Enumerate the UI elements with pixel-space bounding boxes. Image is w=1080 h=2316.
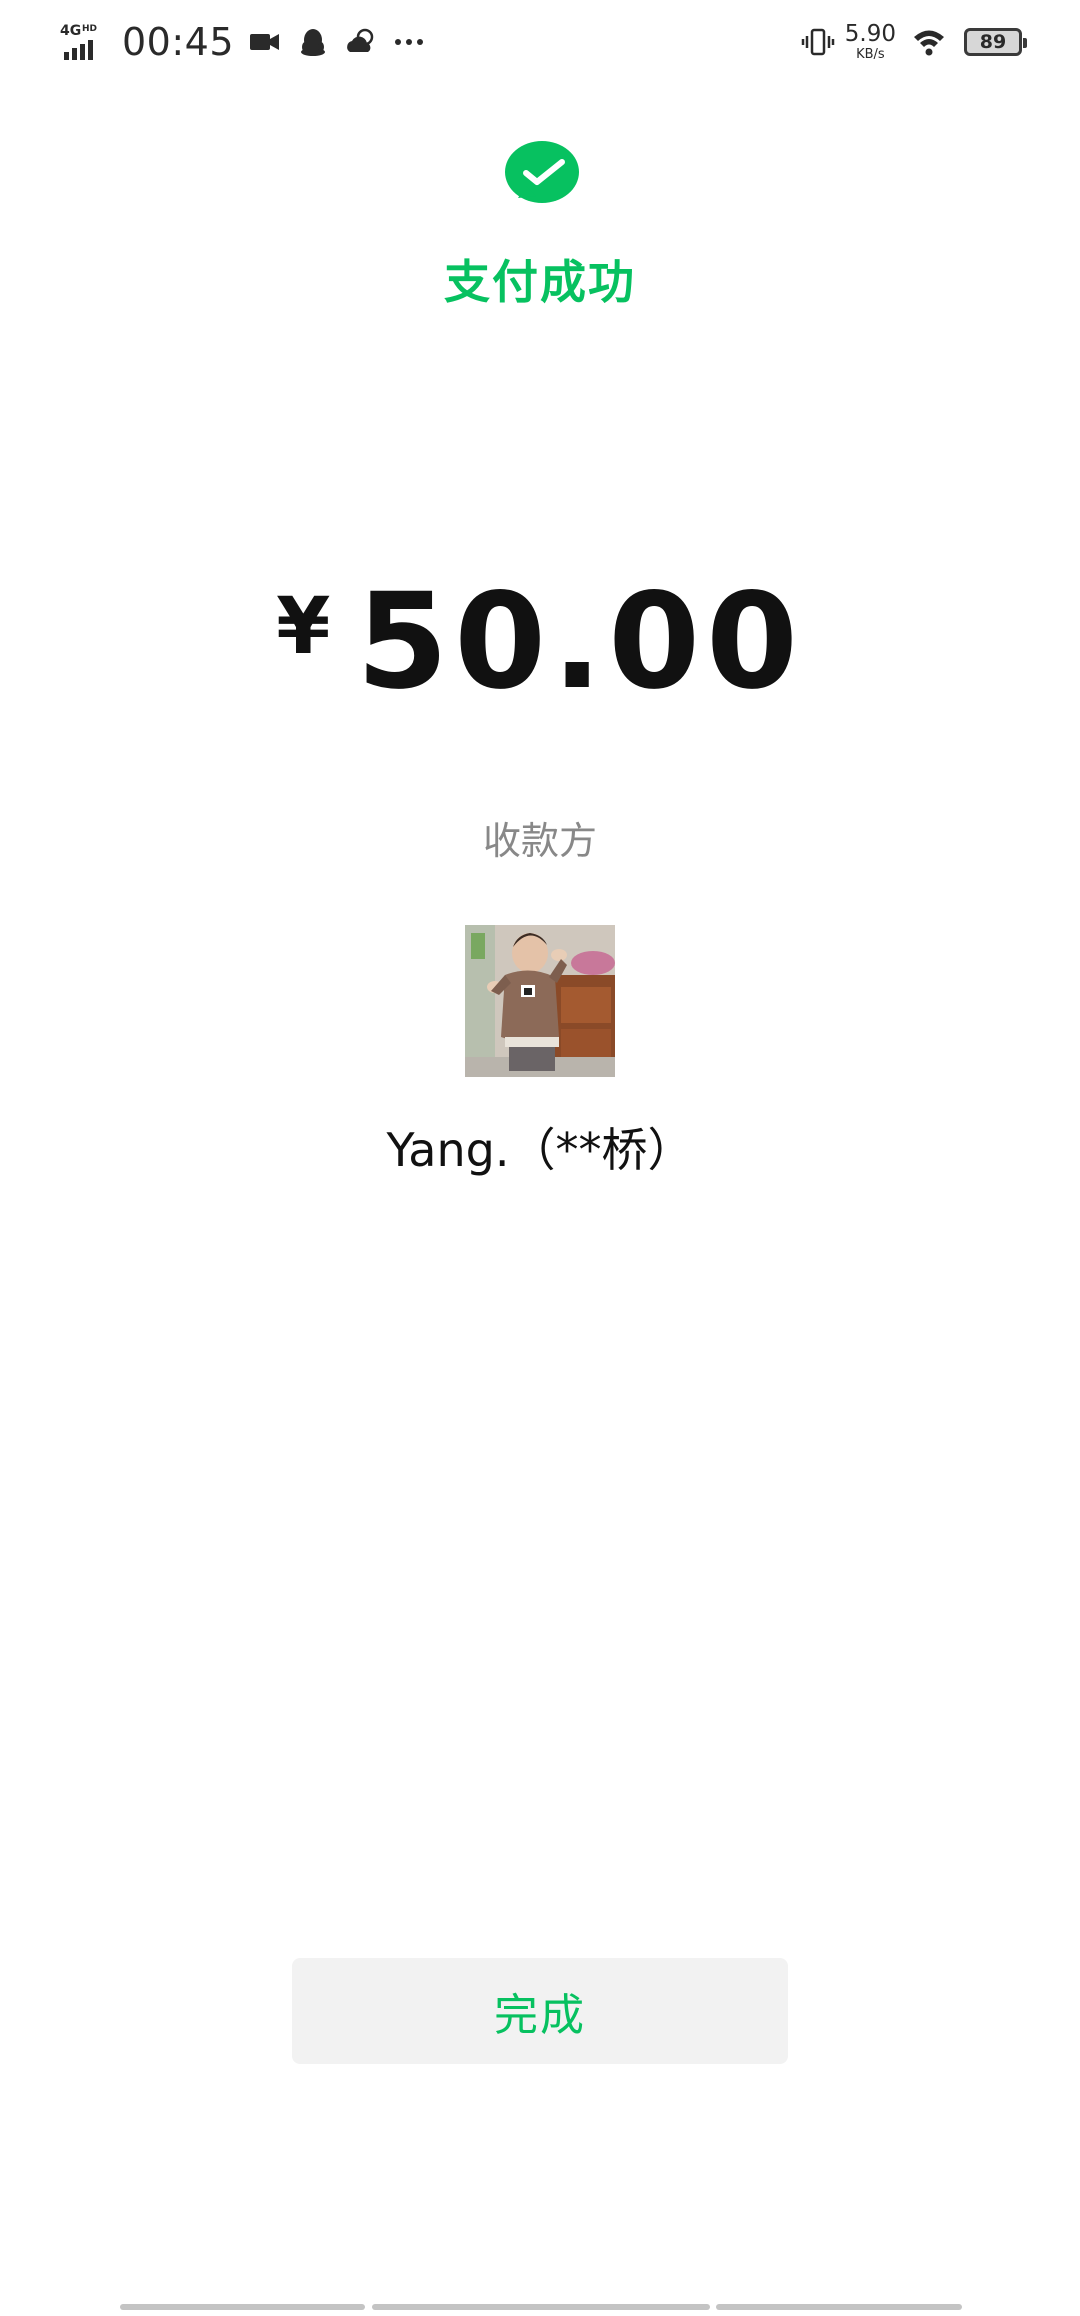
more-dots-icon bbox=[395, 39, 424, 45]
battery-icon: 89 bbox=[964, 28, 1027, 56]
video-icon bbox=[250, 34, 280, 50]
payee-avatar bbox=[465, 925, 615, 1077]
net-speed: 5.90 KB/s bbox=[844, 21, 896, 62]
status-bar: 4G HD 00:45 5.90 KB/s 89 bbox=[0, 0, 1080, 84]
payment-amount: ¥ 50.00 bbox=[0, 565, 1080, 719]
status-bar-right: 5.90 KB/s 89 bbox=[801, 18, 1027, 66]
net-speed-value: 5.90 bbox=[844, 21, 896, 47]
payee-name: Yang.（**桥） bbox=[386, 1123, 694, 1177]
wifi-icon bbox=[914, 30, 944, 56]
qq-penguin-icon bbox=[301, 29, 326, 56]
signal-4g-icon: 4G HD bbox=[60, 23, 97, 60]
gesture-bar-left[interactable] bbox=[120, 2304, 365, 2310]
weather-cloud-icon bbox=[347, 28, 374, 52]
status-bar-left: 4G HD 00:45 bbox=[60, 18, 440, 66]
done-button[interactable]: 完成 bbox=[292, 1958, 788, 2064]
gesture-bar-right[interactable] bbox=[716, 2304, 962, 2310]
child-photo-avatar bbox=[465, 925, 615, 1077]
gesture-bar-center[interactable] bbox=[372, 2304, 710, 2310]
payment-success-title: 支付成功 bbox=[444, 255, 636, 309]
payee-label: 收款方 bbox=[482, 819, 597, 863]
wechat-pay-success-icon bbox=[505, 141, 579, 203]
battery-level: 89 bbox=[979, 30, 1007, 53]
amount-value: 50.00 bbox=[356, 565, 804, 719]
net-speed-unit: KB/s bbox=[856, 47, 885, 62]
svg-text:4G: 4G bbox=[60, 23, 81, 39]
currency-symbol: ¥ bbox=[276, 582, 331, 672]
vibrate-icon bbox=[801, 28, 835, 56]
status-time: 00:45 bbox=[122, 20, 235, 64]
svg-text:HD: HD bbox=[82, 24, 97, 34]
